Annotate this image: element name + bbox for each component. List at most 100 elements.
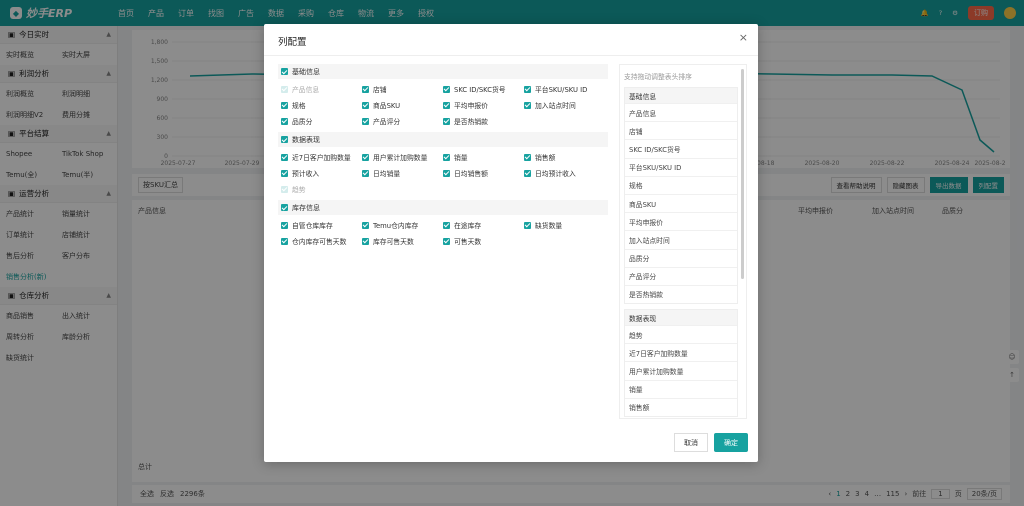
column-option[interactable]: Temu仓内库存 [359,217,440,233]
column-option[interactable]: 是否热销款 [440,113,521,129]
column-option[interactable]: 店铺 [359,81,440,97]
column-option[interactable]: 销量 [440,149,521,165]
sortable-column[interactable]: 品质分 [625,248,737,267]
option-checkbox[interactable] [443,85,450,93]
section-checkbox[interactable] [281,68,288,75]
sort-hint: 支持拖动调整表头排序 [624,73,692,81]
option-checkbox[interactable] [362,237,369,245]
column-option[interactable]: 可售天数 [440,233,521,249]
option-label: 销量 [454,154,468,162]
section-checkbox[interactable] [281,136,288,143]
sort-group: 基础信息 产品信息 店铺 SKC ID/SKC货号 平台SKU/SKU ID 规格 商品SK… [624,87,738,305]
sortable-column[interactable]: 平均申报价 [625,212,737,230]
sortable-column[interactable]: 平台SKU/SKU ID [625,157,737,176]
option-grid: 近7日客户加购数量 用户累计加购数量 销量 销售额预计收入 日均销量 日均销售额 日均预计收… [278,147,608,200]
option-label: 品质分 [292,118,313,126]
option-checkbox[interactable] [524,101,531,109]
sortable-column[interactable]: SKC ID/SKC货号 [625,139,737,157]
section-header[interactable]: 基础信息 [278,64,608,79]
sortable-column[interactable]: 是否热销款 [625,284,737,303]
column-option[interactable]: 日均预计收入 [521,165,602,181]
sort-group: 数据表现 趋势 近7日客户加购数量 用户累计加购数量 销量 销售额 [624,309,738,417]
column-option[interactable]: 平台SKU/SKU ID [521,81,602,97]
column-option[interactable]: 产品评分 [359,113,440,129]
option-label: 产品评分 [373,118,401,126]
option-checkbox[interactable] [281,237,288,245]
option-checkbox[interactable] [524,85,531,93]
option-checkbox[interactable] [443,153,450,161]
option-checkbox[interactable] [524,169,531,177]
option-label: SKC ID/SKC货号 [454,86,506,94]
confirm-button[interactable]: 确定 [714,433,748,452]
column-option[interactable]: 日均销量 [359,165,440,181]
option-checkbox[interactable] [362,117,369,125]
option-checkbox[interactable] [443,101,450,109]
column-sort-panel: 支持拖动调整表头排序 基础信息 产品信息 店铺 SKC ID/SKC货号 平台SKU/S… [619,64,747,419]
column-option[interactable]: 仓内库存可售天数 [278,233,359,249]
option-label: 日均销量 [373,170,401,178]
option-checkbox[interactable] [524,221,531,229]
sort-groups: 基础信息 产品信息 店铺 SKC ID/SKC货号 平台SKU/SKU ID 规格 商品SK… [620,87,746,417]
column-option[interactable]: 自管仓库库存 [278,217,359,233]
column-option[interactable]: 在途库存 [440,217,521,233]
sortable-column[interactable]: 产品评分 [625,266,737,285]
option-label: 日均预计收入 [535,170,576,178]
option-checkbox[interactable] [362,101,369,109]
sortable-column[interactable]: 商品SKU [625,193,737,212]
column-option[interactable]: 加入站点时间 [521,97,602,113]
sort-panel-scrollbar[interactable] [741,69,744,279]
sortable-column[interactable]: 用户累计加购数量 [625,361,737,379]
option-label: 趋势 [292,186,306,194]
option-label: 预计收入 [292,170,320,178]
option-checkbox[interactable] [443,169,450,177]
sortable-column[interactable]: 产品信息 [625,103,737,121]
option-checkbox[interactable] [281,101,288,109]
column-options-panel: 基础信息产品信息 店铺 SKC ID/SKC货号 平台SKU/SKU ID 规格 商品SK… [278,64,608,279]
option-label: 仓内库存可售天数 [292,238,347,246]
sortable-column[interactable]: 店铺 [625,121,737,139]
column-option: 产品信息 [278,81,359,97]
option-label: 日均销售额 [454,170,488,178]
sortable-column[interactable]: 趋势 [625,325,737,343]
option-checkbox[interactable] [281,169,288,177]
column-option[interactable]: 预计收入 [278,165,359,181]
option-checkbox[interactable] [362,153,369,161]
sortable-column[interactable]: 销售额 [625,397,737,416]
column-option[interactable]: SKC ID/SKC货号 [440,81,521,97]
option-label: 库存可售天数 [373,238,414,246]
section-header[interactable]: 数据表现 [278,132,608,147]
sortable-column[interactable]: 销量 [625,379,737,398]
option-checkbox[interactable] [443,237,450,245]
column-option[interactable]: 缺货数量 [521,217,602,233]
column-option[interactable]: 日均销售额 [440,165,521,181]
option-label: 销售额 [535,154,556,162]
section-title: 库存信息 [292,203,320,212]
option-checkbox[interactable] [524,153,531,161]
column-option[interactable]: 品质分 [278,113,359,129]
column-option[interactable]: 平均申报价 [440,97,521,113]
option-checkbox[interactable] [362,85,369,93]
option-checkbox[interactable] [362,169,369,177]
column-option[interactable]: 规格 [278,97,359,113]
cancel-button[interactable]: 取消 [674,433,708,452]
option-checkbox[interactable] [443,221,450,229]
close-icon[interactable]: × [739,31,748,44]
option-checkbox[interactable] [443,117,450,125]
column-option[interactable]: 近7日客户加购数量 [278,149,359,165]
option-checkbox[interactable] [281,117,288,125]
column-option: 趋势 [278,181,359,197]
column-option[interactable]: 用户累计加购数量 [359,149,440,165]
option-checkbox[interactable] [281,221,288,229]
section-checkbox[interactable] [281,204,288,211]
sortable-column[interactable]: 规格 [625,175,737,194]
column-option[interactable]: 商品SKU [359,97,440,113]
column-option[interactable]: 销售额 [521,149,602,165]
column-option[interactable]: 库存可售天数 [359,233,440,249]
option-checkbox[interactable] [281,153,288,161]
option-label: 产品信息 [292,86,320,94]
section-header[interactable]: 库存信息 [278,200,608,215]
option-checkbox[interactable] [362,221,369,229]
sortable-column[interactable]: 近7日客户加购数量 [625,343,737,361]
dialog-title: 列配置 [278,37,307,48]
sortable-column[interactable]: 加入站点时间 [625,230,737,248]
